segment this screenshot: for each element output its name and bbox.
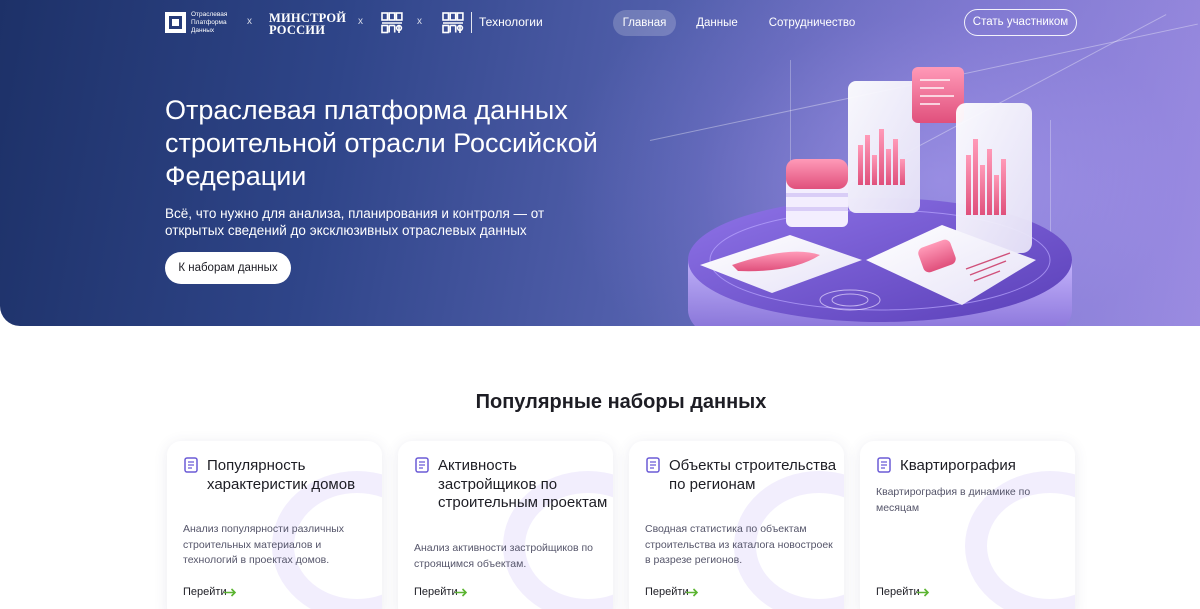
dom-rf-tech-logo-icon[interactable] (442, 12, 464, 34)
document-list-icon (646, 457, 660, 473)
to-datasets-button[interactable]: К наборам данных (165, 252, 291, 284)
card-title: Квартирография (900, 457, 1016, 474)
card-description: Сводная статистика по объектам строитель… (645, 523, 833, 566)
site-header: Отраслевая Платформа Данных x МИНСТРОЙ Р… (0, 0, 1200, 46)
minstroy-logo[interactable]: МИНСТРОЙ РОССИИ (269, 12, 346, 37)
card-description: Анализ активности застройщиков по строящ… (414, 542, 593, 570)
document-list-icon (877, 457, 891, 473)
hero-title: Отраслевая платформа данных строительной… (165, 95, 598, 191)
nav-data[interactable]: Данные (686, 10, 748, 36)
arrow-right-icon[interactable] (223, 588, 237, 597)
logo-divider (471, 12, 472, 33)
hero-illustration (688, 67, 1072, 326)
arrow-right-icon[interactable] (454, 588, 468, 597)
card-go-link[interactable]: Перейти (876, 586, 920, 598)
dataset-card[interactable]: Популярность характеристик домов Анализ … (167, 441, 382, 609)
logo-separator: x (247, 16, 252, 27)
document-list-icon (184, 457, 198, 473)
dataset-card[interactable]: Активность застройщиков по строительным … (398, 441, 613, 609)
dataset-card[interactable]: Квартирография Квартирография в динамике… (860, 441, 1075, 609)
arrow-right-icon[interactable] (916, 588, 930, 597)
logo-separator: x (358, 16, 363, 27)
platform-logo-icon (165, 12, 186, 33)
document-list-icon (415, 457, 429, 473)
minstroy-logo-line2: РОССИИ (269, 23, 326, 37)
nav-home[interactable]: Главная (613, 10, 676, 36)
card-title: Популярность характеристик домов (207, 457, 356, 493)
card-description: Анализ популярности различных строительн… (183, 523, 345, 566)
platform-logo-text: Отраслевая Платформа Данных (191, 11, 228, 34)
dataset-card[interactable]: Объекты строительства по регионам Сводна… (629, 441, 844, 609)
technologies-label: Технологии (479, 15, 543, 29)
section-title: Популярные наборы данных (475, 391, 767, 413)
card-go-link[interactable]: Перейти (645, 586, 689, 598)
nav-cooperation[interactable]: Сотрудничество (760, 10, 864, 36)
arrow-right-icon[interactable] (685, 588, 699, 597)
card-go-link[interactable]: Перейти (414, 586, 458, 598)
hero-subtitle: Всё, что нужно для анализа, планирования… (165, 206, 545, 238)
card-go-link[interactable]: Перейти (183, 586, 227, 598)
card-title: Объекты строительства по регионам (669, 457, 837, 493)
hero-banner: Отраслевая Платформа Данных x МИНСТРОЙ Р… (0, 0, 1200, 326)
dom-rf-logo-icon[interactable] (381, 12, 403, 34)
logo-separator: x (417, 16, 422, 27)
become-participant-button[interactable]: Стать участником (964, 9, 1077, 36)
card-title: Активность застройщиков по строительным … (438, 457, 608, 511)
card-description: Квартирография в динамике по месяцам (876, 486, 1031, 514)
